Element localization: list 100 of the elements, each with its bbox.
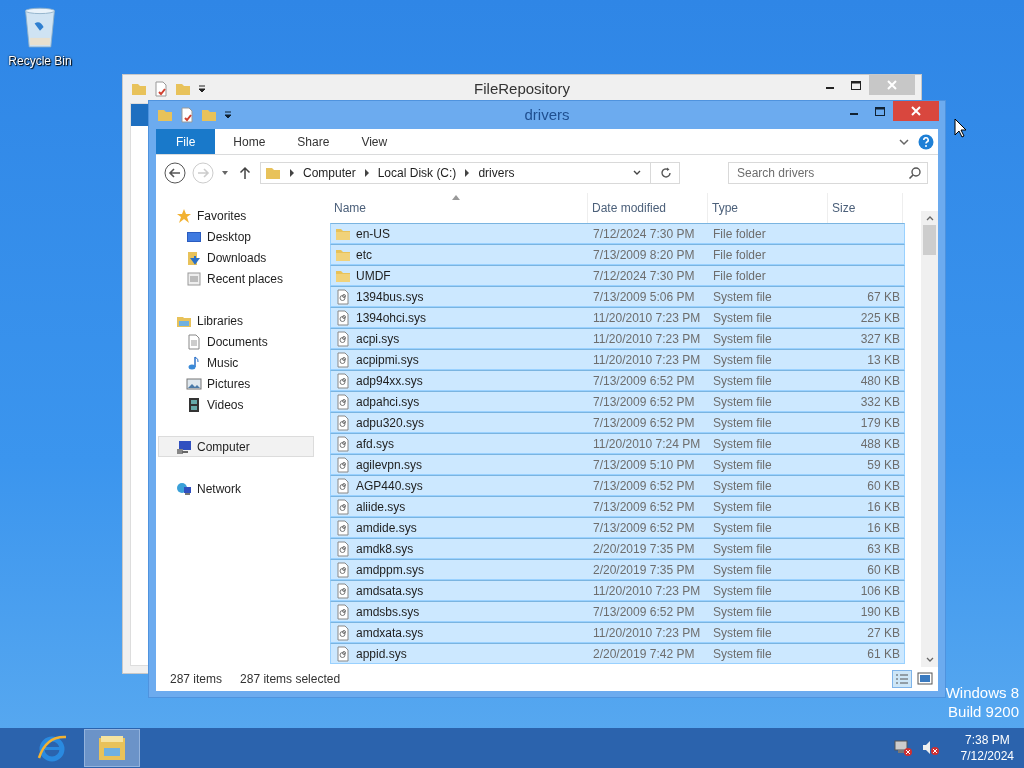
type-cell-text: System file bbox=[712, 289, 773, 304]
ribbon-tab[interactable]: Home bbox=[217, 129, 282, 154]
file-menu-button[interactable]: File bbox=[156, 129, 216, 154]
sort-arrow-icon[interactable] bbox=[452, 195, 460, 200]
file-row[interactable]: acpipmi.sys 11/20/2010 7:23 PM System file 13 KB bbox=[330, 349, 905, 370]
file-row[interactable]: amdxata.sys 11/20/2010 7:23 PM System file 27 KB bbox=[330, 622, 905, 643]
type-cell-text: System file bbox=[712, 520, 773, 535]
file-row[interactable]: AGP440.sys 7/13/2009 6:52 PM System file 60 KB bbox=[330, 475, 905, 496]
file-row[interactable]: agilevpn.sys 7/13/2009 5:10 PM System file 59 KB bbox=[330, 454, 905, 475]
size-cell-text: 179 KB bbox=[859, 415, 901, 430]
nav-item[interactable]: Videos bbox=[158, 394, 314, 415]
chevron-icon[interactable] bbox=[464, 169, 471, 177]
chevron-icon[interactable] bbox=[363, 169, 370, 177]
back-button[interactable] bbox=[164, 162, 186, 184]
nav-item[interactable]: Computer bbox=[158, 436, 314, 457]
size-cell-text: 61 KB bbox=[866, 646, 901, 661]
system-file-icon bbox=[335, 330, 351, 347]
date-cell-text: 7/13/2009 6:52 PM bbox=[592, 520, 696, 535]
nav-item[interactable]: Desktop bbox=[158, 226, 314, 247]
file-row[interactable]: aliide.sys 7/13/2009 6:52 PM System file 16 KB bbox=[330, 496, 905, 517]
address-bar[interactable]: Computer Local Disk (C:) drivers bbox=[260, 162, 680, 184]
file-row[interactable]: adpahci.sys 7/13/2009 6:52 PM System file 332 KB bbox=[330, 391, 905, 412]
clock-time[interactable]: 7:38 PM bbox=[964, 733, 1010, 747]
size-cell-text: 16 KB bbox=[866, 520, 901, 535]
breadcrumb-item[interactable]: Computer bbox=[303, 166, 356, 180]
search-field[interactable]: Search drivers bbox=[728, 162, 928, 184]
ribbon-tab[interactable]: View bbox=[345, 129, 404, 154]
file-row[interactable]: amdppm.sys 2/20/2019 7:35 PM System file 60 KB bbox=[330, 559, 905, 580]
close-icon[interactable] bbox=[893, 101, 939, 121]
file-row[interactable]: adp94xx.sys 7/13/2009 6:52 PM System file 480 KB bbox=[330, 370, 905, 391]
type-cell-text: System file bbox=[712, 541, 773, 556]
file-row[interactable]: amdide.sys 7/13/2009 6:52 PM System file 16 KB bbox=[330, 517, 905, 538]
nav-item[interactable]: Favorites bbox=[158, 205, 314, 226]
network-status-icon[interactable] bbox=[892, 739, 913, 757]
nav-item[interactable]: Libraries bbox=[158, 310, 314, 331]
nav-item[interactable]: Documents bbox=[158, 331, 314, 352]
dropdown-icon[interactable] bbox=[223, 110, 233, 120]
breadcrumb-item[interactable]: drivers bbox=[478, 166, 515, 180]
type-cell-text: System file bbox=[712, 625, 773, 640]
scroll-down-icon[interactable] bbox=[924, 656, 935, 664]
help-icon[interactable] bbox=[918, 133, 934, 150]
scrollbar[interactable] bbox=[921, 211, 938, 667]
clock-date[interactable]: 7/12/2024 bbox=[960, 749, 1014, 763]
downloads-icon bbox=[186, 249, 202, 266]
system-file-icon bbox=[335, 645, 351, 662]
file-name: amdxata.sys bbox=[356, 625, 424, 640]
date-cell-text: 11/20/2010 7:23 PM bbox=[592, 331, 702, 346]
file-row[interactable]: UMDF 7/12/2024 7:30 PM File folder bbox=[330, 265, 905, 286]
breadcrumb-item[interactable]: Local Disk (C:) bbox=[377, 166, 457, 180]
document-icon bbox=[186, 333, 202, 350]
file-row[interactable]: 1394ohci.sys 11/20/2010 7:23 PM System file 225 KB bbox=[330, 307, 905, 328]
file-row[interactable]: en-US 7/12/2024 7:30 PM File folder bbox=[330, 223, 905, 244]
type-cell-text: System file bbox=[712, 478, 773, 493]
type-cell-text: System file bbox=[712, 310, 773, 325]
chevron-icon[interactable] bbox=[289, 169, 295, 177]
type-cell-text: System file bbox=[712, 436, 773, 451]
size-cell-text: 480 KB bbox=[859, 373, 901, 388]
desktop-icon-label[interactable]: Recycle Bin bbox=[8, 54, 72, 68]
system-file-icon bbox=[335, 372, 351, 389]
file-row[interactable]: appid.sys 2/20/2019 7:42 PM System file 61 KB bbox=[330, 643, 905, 664]
file-name: acpipmi.sys bbox=[356, 352, 419, 367]
type-cell-text: System file bbox=[712, 457, 773, 472]
nav-item[interactable]: Recent places bbox=[158, 268, 314, 289]
scrollbar-thumb[interactable] bbox=[923, 225, 936, 255]
file-name: amdsbs.sys bbox=[356, 604, 420, 619]
file-row[interactable]: afd.sys 11/20/2010 7:24 PM System file 488 KB bbox=[330, 433, 905, 454]
type-cell-text: File folder bbox=[712, 247, 767, 262]
date-cell-text: 7/13/2009 8:20 PM bbox=[592, 247, 696, 262]
search-icon[interactable] bbox=[908, 166, 922, 180]
up-arrow-icon[interactable] bbox=[239, 166, 251, 180]
large-icons-view-button[interactable] bbox=[915, 670, 935, 688]
scroll-up-icon[interactable] bbox=[924, 214, 935, 222]
date-cell-text: 7/13/2009 5:06 PM bbox=[592, 289, 696, 304]
dropdown-icon[interactable] bbox=[197, 84, 207, 94]
music-icon bbox=[186, 354, 202, 371]
recycle-bin-icon[interactable] bbox=[22, 6, 58, 50]
os-version-text: Windows 8 bbox=[945, 684, 1019, 701]
properties-icon[interactable] bbox=[153, 81, 169, 97]
date-cell-text: 11/20/2010 7:23 PM bbox=[592, 625, 702, 640]
muted-volume-icon[interactable] bbox=[920, 739, 941, 757]
nav-item[interactable]: Music bbox=[158, 352, 314, 373]
file-row[interactable]: amdsata.sys 11/20/2010 7:23 PM System file 106 KB bbox=[330, 580, 905, 601]
properties-icon[interactable] bbox=[179, 107, 195, 123]
file-name: 1394ohci.sys bbox=[356, 310, 427, 325]
file-row[interactable]: 1394bus.sys 7/13/2009 5:06 PM System file 67 KB bbox=[330, 286, 905, 307]
file-name: agilevpn.sys bbox=[356, 457, 423, 472]
file-row[interactable]: adpu320.sys 7/13/2009 6:52 PM System file 179 KB bbox=[330, 412, 905, 433]
ribbon-tab[interactable]: Share bbox=[281, 129, 346, 154]
window-title: FileRepository bbox=[474, 80, 570, 97]
file-name: appid.sys bbox=[356, 646, 407, 661]
file-row[interactable]: acpi.sys 11/20/2010 7:23 PM System file 327 KB bbox=[330, 328, 905, 349]
refresh-icon[interactable] bbox=[659, 166, 673, 180]
file-row[interactable]: amdk8.sys 2/20/2019 7:35 PM System file 63 KB bbox=[330, 538, 905, 559]
nav-item[interactable]: Downloads bbox=[158, 247, 314, 268]
size-cell-text: 63 KB bbox=[866, 541, 901, 556]
system-file-icon bbox=[335, 624, 351, 641]
file-row[interactable]: etc 7/13/2009 8:20 PM File folder bbox=[330, 244, 905, 265]
nav-item[interactable]: Pictures bbox=[158, 373, 314, 394]
nav-item[interactable]: Network bbox=[158, 478, 314, 499]
file-row[interactable]: amdsbs.sys 7/13/2009 6:52 PM System file 190 KB bbox=[330, 601, 905, 622]
